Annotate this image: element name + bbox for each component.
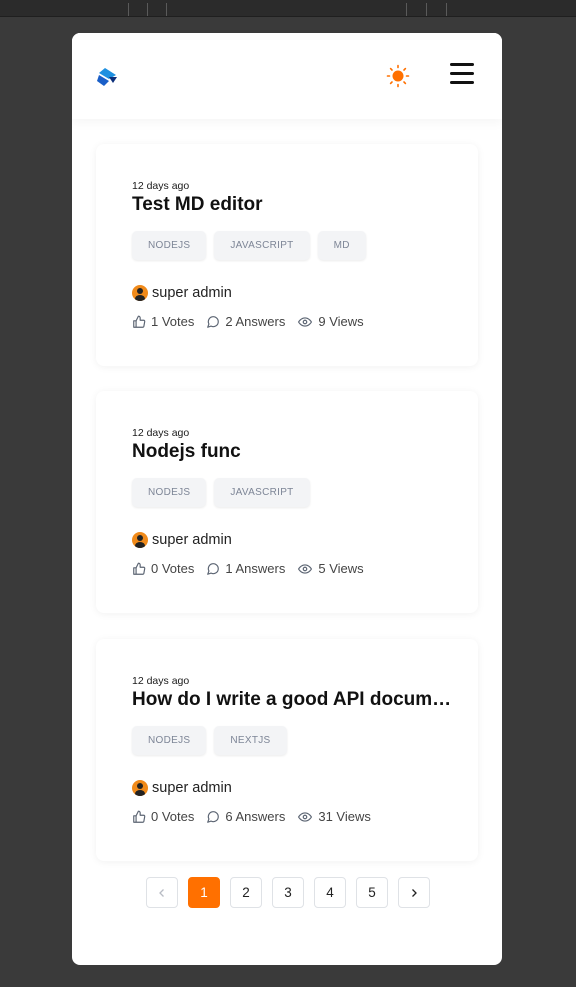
- tag-badge[interactable]: MD: [317, 231, 366, 260]
- tag-badge[interactable]: JAVASCRIPT: [214, 231, 310, 260]
- author-name[interactable]: super admin: [152, 780, 232, 796]
- votes-count: 0 Votes: [151, 561, 195, 576]
- question-stats: 1 Votes 2 Answers 9 Views: [132, 314, 376, 329]
- question-card[interactable]: 12 days ago How do I write a good API do…: [96, 639, 478, 861]
- votes-count: 0 Votes: [151, 809, 195, 824]
- views-stat: 31 Views: [297, 809, 371, 824]
- toolbar-divider: [426, 3, 427, 16]
- tag-list: NODEJS JAVASCRIPT: [132, 478, 310, 507]
- eye-icon: [298, 316, 313, 327]
- prev-page-button[interactable]: [146, 877, 178, 908]
- tag-list: NODEJS NEXTJS: [132, 726, 287, 755]
- answers-stat: 2 Answers: [206, 314, 285, 329]
- thumbs-up-icon: [133, 810, 146, 823]
- answers-stat: 1 Answers: [206, 561, 285, 576]
- page-button-1[interactable]: 1: [188, 877, 220, 908]
- page-button-4[interactable]: 4: [314, 877, 346, 908]
- question-title[interactable]: Test MD editor: [132, 194, 452, 216]
- answers-count: 1 Answers: [225, 561, 286, 576]
- tag-list: NODEJS JAVASCRIPT MD: [132, 231, 366, 260]
- avatar: [132, 285, 148, 301]
- page-button-3[interactable]: 3: [272, 877, 304, 908]
- author-name[interactable]: super admin: [152, 285, 232, 301]
- tag-badge[interactable]: JAVASCRIPT: [214, 478, 310, 507]
- question-card[interactable]: 12 days ago Nodejs func NODEJS JAVASCRIP…: [96, 391, 478, 613]
- chevron-right-icon: [412, 889, 417, 898]
- question-title[interactable]: Nodejs func: [132, 441, 452, 463]
- tag-badge[interactable]: NEXTJS: [214, 726, 287, 755]
- answers-stat: 6 Answers: [206, 809, 285, 824]
- stack-logo-icon[interactable]: [96, 66, 120, 88]
- browser-toolbar: [0, 0, 576, 17]
- pagination: 1 2 3 4 5: [146, 877, 430, 908]
- thumbs-up-icon: [133, 315, 146, 328]
- votes-stat: 1 Votes: [132, 314, 194, 329]
- answers-count: 2 Answers: [225, 314, 286, 329]
- author-name[interactable]: super admin: [152, 532, 232, 548]
- next-page-button[interactable]: [398, 877, 430, 908]
- question-time: 12 days ago: [132, 180, 190, 192]
- views-stat: 5 Views: [297, 561, 364, 576]
- toolbar-divider: [406, 3, 407, 16]
- eye-icon: [298, 563, 313, 574]
- votes-count: 1 Votes: [151, 314, 195, 329]
- toolbar-divider: [128, 3, 129, 16]
- thumbs-up-icon: [133, 562, 146, 575]
- page-button-2[interactable]: 2: [230, 877, 262, 908]
- tag-badge[interactable]: NODEJS: [132, 231, 207, 260]
- app-header: [72, 33, 502, 119]
- message-circle-icon: [207, 315, 220, 328]
- question-title[interactable]: How do I write a good API documentation?: [132, 689, 452, 711]
- toolbar-divider: [166, 3, 167, 16]
- message-circle-icon: [207, 562, 220, 575]
- views-count: 5 Views: [318, 561, 364, 576]
- tag-badge[interactable]: NODEJS: [132, 478, 207, 507]
- avatar: [132, 532, 148, 548]
- toolbar-divider: [446, 3, 447, 16]
- chevron-left-icon: [159, 889, 164, 898]
- author[interactable]: super admin: [132, 780, 232, 796]
- sun-icon[interactable]: [386, 64, 410, 88]
- page-button-5[interactable]: 5: [356, 877, 388, 908]
- hamburger-menu-icon[interactable]: [450, 63, 474, 85]
- question-time: 12 days ago: [132, 427, 190, 439]
- views-count: 9 Views: [318, 314, 364, 329]
- votes-stat: 0 Votes: [132, 561, 194, 576]
- question-card[interactable]: 12 days ago Test MD editor NODEJS JAVASC…: [96, 144, 478, 366]
- avatar: [132, 780, 148, 796]
- author[interactable]: super admin: [132, 285, 232, 301]
- question-stats: 0 Votes 1 Answers 5 Views: [132, 561, 376, 576]
- author[interactable]: super admin: [132, 532, 232, 548]
- eye-icon: [298, 811, 313, 822]
- views-count: 31 Views: [318, 809, 371, 824]
- tag-badge[interactable]: NODEJS: [132, 726, 207, 755]
- toolbar-divider: [147, 3, 148, 16]
- message-circle-icon: [207, 810, 220, 823]
- views-stat: 9 Views: [297, 314, 364, 329]
- question-stats: 0 Votes 6 Answers 31 Views: [132, 809, 383, 824]
- mobile-viewport: 12 days ago Test MD editor NODEJS JAVASC…: [72, 33, 502, 965]
- question-time: 12 days ago: [132, 675, 190, 687]
- votes-stat: 0 Votes: [132, 809, 194, 824]
- answers-count: 6 Answers: [225, 809, 286, 824]
